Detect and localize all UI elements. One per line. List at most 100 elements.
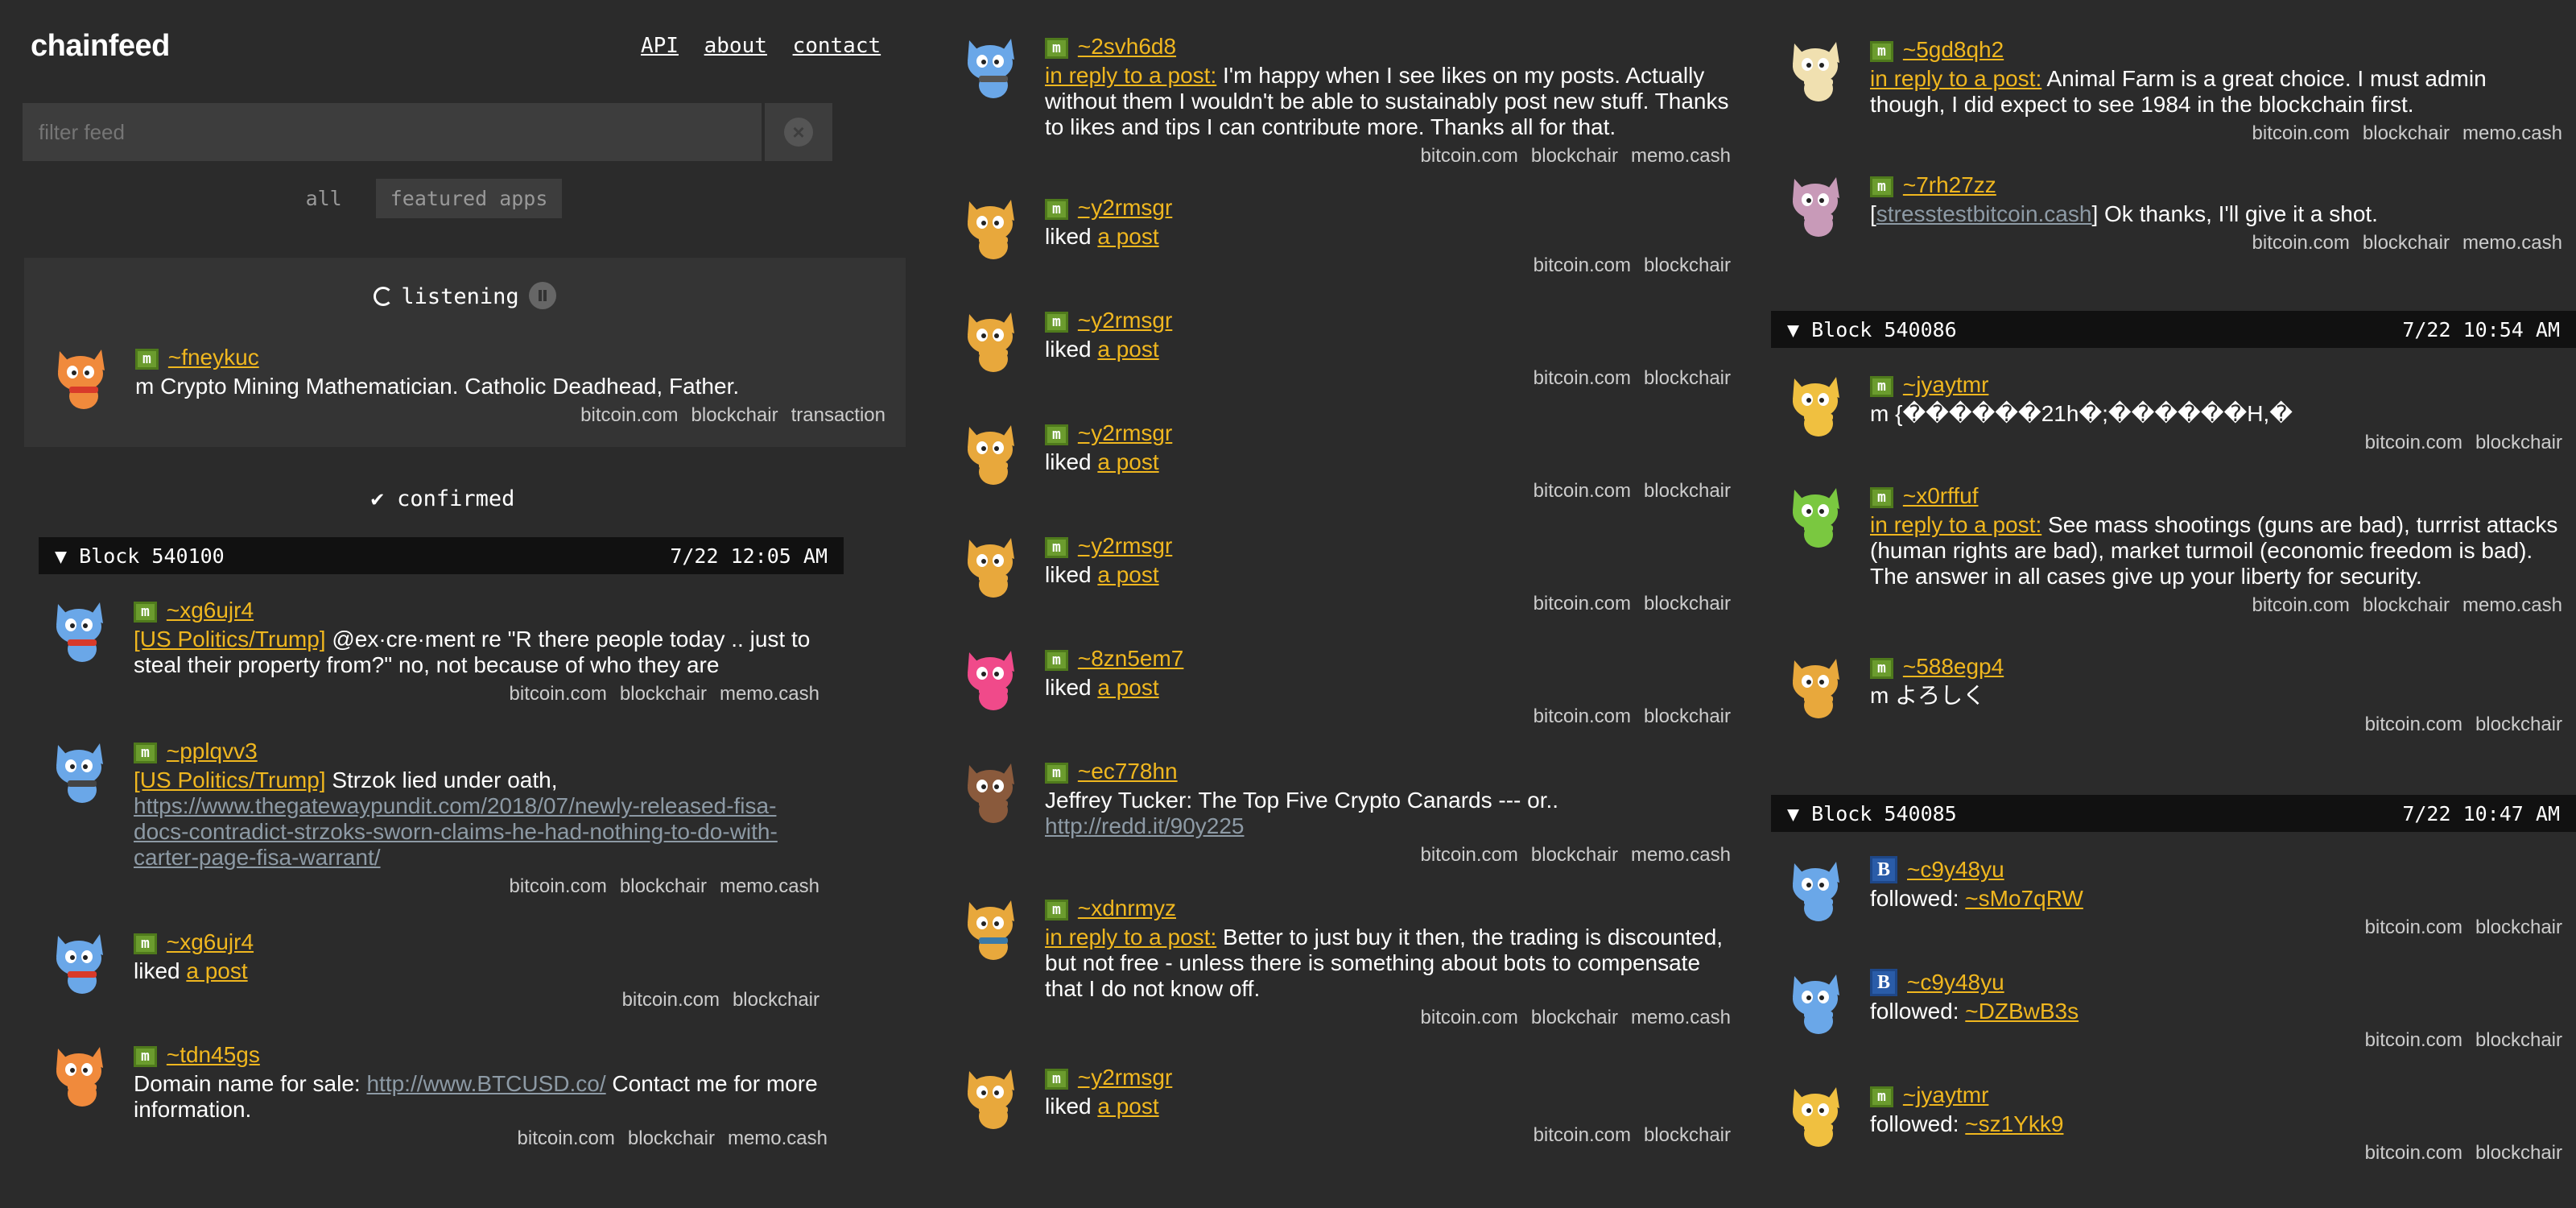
explorer-link[interactable]: bitcoin.com xyxy=(2365,1029,2462,1051)
explorer-link[interactable]: blockchair xyxy=(620,683,707,705)
username-link[interactable]: ~c9y48yu xyxy=(1907,970,2004,995)
explorer-link[interactable]: blockchair xyxy=(1644,705,1731,727)
explorer-link[interactable]: memo.cash xyxy=(2462,122,2562,144)
explorer-link[interactable]: blockchair xyxy=(2363,594,2450,616)
explorer-link[interactable]: bitcoin.com xyxy=(2365,432,2462,453)
explorer-link[interactable]: blockchair xyxy=(620,875,707,897)
avatar[interactable] xyxy=(1783,482,1851,549)
pause-icon[interactable] xyxy=(528,282,556,309)
explorer-link[interactable]: bitcoin.com xyxy=(1534,254,1631,276)
username-link[interactable]: ~tdn45gs xyxy=(167,1042,260,1067)
username-link[interactable]: ~y2rmsgr xyxy=(1078,195,1172,220)
explorer-link[interactable]: blockchair xyxy=(1531,1007,1618,1028)
url-link[interactable]: https://www.thegatewaypundit.com/2018/07… xyxy=(134,793,778,870)
explorer-link[interactable]: blockchair xyxy=(691,404,778,426)
explorer-link[interactable]: bitcoin.com xyxy=(1534,705,1631,727)
nav-about-link[interactable]: about xyxy=(704,34,767,58)
username-link[interactable]: ~jyaytmr xyxy=(1903,372,1989,397)
nav-api-link[interactable]: API xyxy=(641,34,679,58)
username-link[interactable]: ~588egp4 xyxy=(1903,654,2004,679)
avatar[interactable] xyxy=(958,757,1026,825)
explorer-link[interactable]: blockchair xyxy=(2475,714,2562,735)
username-link[interactable]: ~8zn5em7 xyxy=(1078,646,1184,671)
explorer-link[interactable]: bitcoin.com xyxy=(510,683,607,705)
explorer-link[interactable]: bitcoin.com xyxy=(1534,593,1631,614)
explorer-link[interactable]: blockchair xyxy=(2475,916,2562,938)
reply-link[interactable]: in reply to a post: xyxy=(1870,66,2041,91)
explorer-link[interactable]: bitcoin.com xyxy=(2365,1142,2462,1164)
avatar[interactable] xyxy=(47,596,114,664)
post-link[interactable]: a post xyxy=(1097,449,1158,474)
explorer-link[interactable]: blockchair xyxy=(1644,480,1731,502)
explorer-link[interactable]: bitcoin.com xyxy=(2252,594,2350,616)
username-link[interactable]: ~5gd8qh2 xyxy=(1903,37,2004,62)
explorer-link[interactable]: memo.cash xyxy=(2462,232,2562,254)
explorer-link[interactable]: blockchair xyxy=(628,1127,715,1149)
post-link[interactable]: a post xyxy=(1097,1094,1158,1119)
reply-link[interactable]: in reply to a post: xyxy=(1045,63,1216,88)
post-link[interactable]: a post xyxy=(186,958,247,983)
post-link[interactable]: ~DZBwB3s xyxy=(1965,999,2079,1024)
avatar[interactable] xyxy=(958,532,1026,599)
explorer-link[interactable]: memo.cash xyxy=(1631,1007,1731,1028)
username-link[interactable]: ~pplqvv3 xyxy=(167,738,258,763)
post-link[interactable]: a post xyxy=(1097,224,1158,249)
url-link[interactable]: http://www.BTCUSD.co/ xyxy=(366,1071,605,1096)
explorer-link[interactable]: bitcoin.com xyxy=(2252,232,2350,254)
explorer-link[interactable]: bitcoin.com xyxy=(580,404,678,426)
username-link[interactable]: ~xg6ujr4 xyxy=(167,929,254,954)
explorer-link[interactable]: memo.cash xyxy=(728,1127,828,1149)
explorer-link[interactable]: blockchair xyxy=(2475,432,2562,453)
explorer-link[interactable]: bitcoin.com xyxy=(622,989,720,1011)
explorer-link[interactable]: blockchair xyxy=(2363,232,2450,254)
avatar[interactable] xyxy=(48,343,116,411)
reply-link[interactable]: in reply to a post: xyxy=(1870,512,2041,537)
explorer-link[interactable]: bitcoin.com xyxy=(2365,916,2462,938)
clear-filter-button[interactable]: × xyxy=(765,103,832,161)
username-link[interactable]: ~c9y48yu xyxy=(1907,857,2004,882)
category-link[interactable]: [US Politics/Trump] xyxy=(134,767,326,792)
app-logo[interactable]: chainfeed xyxy=(31,29,170,64)
username-link[interactable]: ~xg6ujr4 xyxy=(167,598,254,623)
explorer-link[interactable]: blockchair xyxy=(1531,844,1618,866)
avatar[interactable] xyxy=(1783,370,1851,438)
avatar[interactable] xyxy=(958,193,1026,261)
avatar[interactable] xyxy=(1783,35,1851,103)
post-link[interactable]: a post xyxy=(1097,337,1158,362)
explorer-link[interactable]: transaction xyxy=(791,404,886,426)
avatar[interactable] xyxy=(1783,1081,1851,1148)
explorer-link[interactable]: bitcoin.com xyxy=(510,875,607,897)
explorer-link[interactable]: memo.cash xyxy=(1631,844,1731,866)
explorer-link[interactable]: bitcoin.com xyxy=(1421,844,1518,866)
avatar[interactable] xyxy=(47,737,114,805)
url-link[interactable]: http://redd.it/90y225 xyxy=(1045,813,1245,838)
avatar[interactable] xyxy=(1783,968,1851,1036)
username-link[interactable]: ~y2rmsgr xyxy=(1078,420,1172,445)
explorer-link[interactable]: bitcoin.com xyxy=(2252,122,2350,144)
avatar[interactable] xyxy=(958,644,1026,712)
avatar[interactable] xyxy=(1783,855,1851,923)
explorer-link[interactable]: bitcoin.com xyxy=(1421,145,1518,167)
explorer-link[interactable]: memo.cash xyxy=(720,683,819,705)
category-link[interactable]: [US Politics/Trump] xyxy=(134,627,326,652)
username-link[interactable]: ~7rh27zz xyxy=(1903,172,1996,197)
explorer-link[interactable]: bitcoin.com xyxy=(1534,1124,1631,1146)
avatar[interactable] xyxy=(1783,171,1851,238)
block-header[interactable]: ▼ Block 540085 7/22 10:47 AM xyxy=(1771,795,2576,832)
username-link[interactable]: ~y2rmsgr xyxy=(1078,533,1172,558)
avatar[interactable] xyxy=(47,928,114,995)
explorer-link[interactable]: blockchair xyxy=(1644,1124,1731,1146)
reply-link[interactable]: in reply to a post: xyxy=(1045,925,1216,949)
tab-featured-apps[interactable]: featured apps xyxy=(375,179,563,218)
block-header[interactable]: ▼ Block 540086 7/22 10:54 AM xyxy=(1771,311,2576,348)
explorer-link[interactable]: blockchair xyxy=(1644,593,1731,614)
post-link[interactable]: ~sMo7qRW xyxy=(1965,886,2083,911)
explorer-link[interactable]: blockchair xyxy=(1531,145,1618,167)
post-link[interactable]: a post xyxy=(1097,675,1158,700)
username-link[interactable]: ~y2rmsgr xyxy=(1078,308,1172,333)
post-link[interactable]: ~sz1Ykk9 xyxy=(1965,1111,2063,1136)
nav-contact-link[interactable]: contact xyxy=(793,34,881,58)
block-header[interactable]: ▼ Block 540100 7/22 12:05 AM xyxy=(39,537,844,574)
explorer-link[interactable]: blockchair xyxy=(1644,254,1731,276)
avatar[interactable] xyxy=(47,1040,114,1108)
